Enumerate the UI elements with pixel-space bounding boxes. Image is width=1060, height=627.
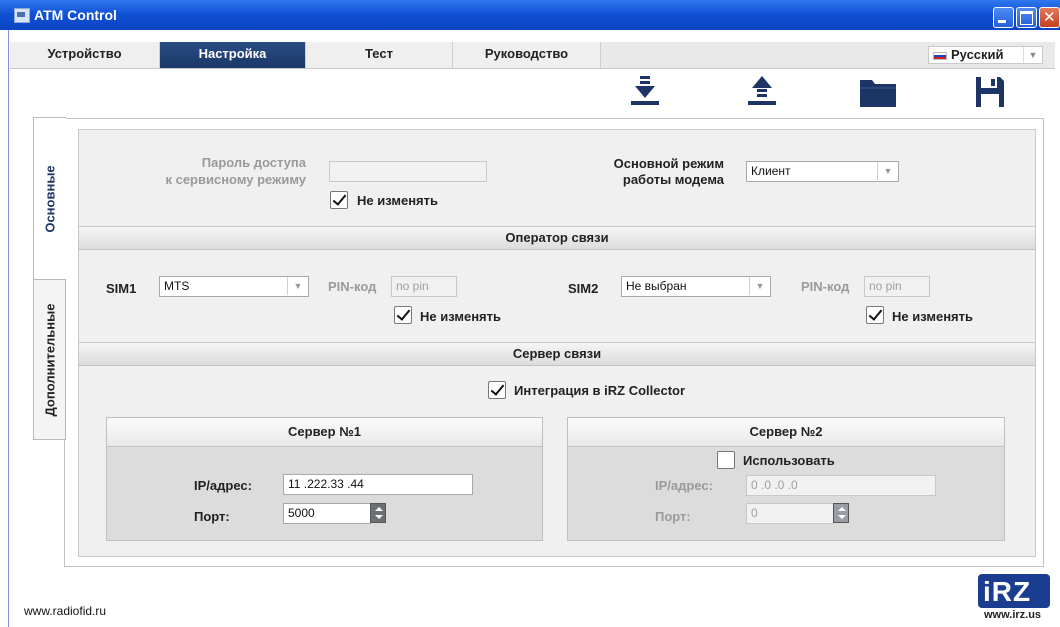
server1-port-spinner[interactable] [370, 503, 386, 523]
mode-value: Клиент [751, 164, 791, 178]
logo-mark: iRZ [978, 574, 1050, 608]
collector-checkbox[interactable] [488, 381, 506, 399]
sim1-keep-checkbox[interactable] [394, 306, 412, 324]
server2-use-label: Использовать [743, 453, 835, 468]
language-value: Русский [951, 47, 1004, 62]
server2-use-checkbox[interactable] [717, 451, 735, 469]
chevron-down-icon: ▼ [1023, 47, 1042, 63]
chevron-down-icon: ▼ [287, 277, 308, 295]
server1-port-field[interactable]: 5000 [283, 503, 371, 524]
mode-select[interactable]: Клиент ▼ [746, 161, 899, 182]
folder-icon[interactable] [857, 74, 899, 110]
chevron-down-icon: ▼ [749, 277, 770, 295]
window-title: ATM Control [34, 7, 117, 23]
minimize-button[interactable] [993, 7, 1014, 28]
sim2-value: Не выбран [626, 279, 687, 293]
server1-ip-field[interactable]: 11 .222.33 .44 [283, 474, 473, 495]
footer-site[interactable]: www.radiofid.ru [24, 604, 106, 618]
app-icon [14, 8, 30, 23]
sim1-pin-field[interactable]: no pin [391, 276, 457, 297]
server1-title: Сервер №1 [107, 418, 542, 447]
main-tabs: Устройство Настройка Тест Руководство [10, 42, 1055, 69]
sim2-pin-label: PIN-код [801, 279, 850, 294]
tab-manual[interactable]: Руководство [453, 42, 601, 68]
password-label-2: к сервисному режиму [165, 172, 306, 187]
server-header: Сервер связи [79, 342, 1035, 366]
mode-label-1: Основной режим [613, 156, 724, 171]
collector-label: Интеграция в iRZ Collector [514, 383, 686, 398]
sim1-keep-label: Не изменять [420, 309, 502, 324]
save-icon[interactable] [973, 74, 1007, 110]
sim2-keep-checkbox[interactable] [866, 306, 884, 324]
mode-label-2: работы модема [622, 172, 724, 187]
chevron-down-icon: ▼ [877, 162, 898, 180]
side-tab-advanced-label: Дополнительные [42, 303, 57, 416]
tab-test[interactable]: Тест [306, 42, 453, 68]
download-icon[interactable] [627, 74, 663, 110]
close-button[interactable] [1039, 7, 1060, 28]
password-field[interactable] [329, 161, 487, 182]
operator-header: Оператор связи [79, 226, 1035, 250]
sim1-select[interactable]: MTS ▼ [159, 276, 309, 297]
irz-logo: iRZ www.irz.us [978, 574, 1050, 624]
logo-text: iRZ [983, 576, 1032, 607]
password-label-1: Пароль доступа [201, 155, 306, 170]
server1-ip-label: IP/адрес: [194, 478, 252, 493]
sim2-select[interactable]: Не выбран ▼ [621, 276, 771, 297]
sim1-value: MTS [164, 279, 190, 293]
sim1-label: SIM1 [106, 281, 137, 296]
server2-ip-label: IP/адрес: [655, 478, 713, 493]
side-tab-advanced[interactable]: Дополнительные [33, 279, 66, 440]
sim2-keep-label: Не изменять [892, 309, 974, 324]
server2-title: Сервер №2 [568, 418, 1004, 447]
upload-icon[interactable] [744, 74, 780, 110]
side-tab-basic[interactable]: Основные [33, 117, 66, 280]
server2-port-field[interactable]: 0 [746, 503, 834, 524]
sim1-pin-label: PIN-код [328, 279, 377, 294]
tab-settings[interactable]: Настройка [160, 42, 306, 68]
server2-port-label: Порт: [655, 509, 691, 524]
logo-url: www.irz.us [984, 609, 1042, 621]
russia-flag-icon [933, 52, 947, 60]
side-tab-basic-label: Основные [42, 164, 58, 233]
language-select[interactable]: Русский ▼ [928, 46, 1043, 64]
sim2-pin-field[interactable]: no pin [864, 276, 930, 297]
server1-port-label: Порт: [194, 509, 230, 524]
maximize-button[interactable] [1016, 7, 1037, 28]
server2-port-spinner[interactable] [833, 503, 849, 523]
password-keep-label: Не изменять [357, 193, 439, 208]
server2-ip-field[interactable]: 0 .0 .0 .0 [746, 475, 936, 496]
sim2-label: SIM2 [568, 281, 599, 296]
password-keep-checkbox[interactable] [330, 191, 348, 209]
title-bar: ATM Control [0, 0, 1060, 30]
tab-device[interactable]: Устройство [10, 42, 160, 68]
